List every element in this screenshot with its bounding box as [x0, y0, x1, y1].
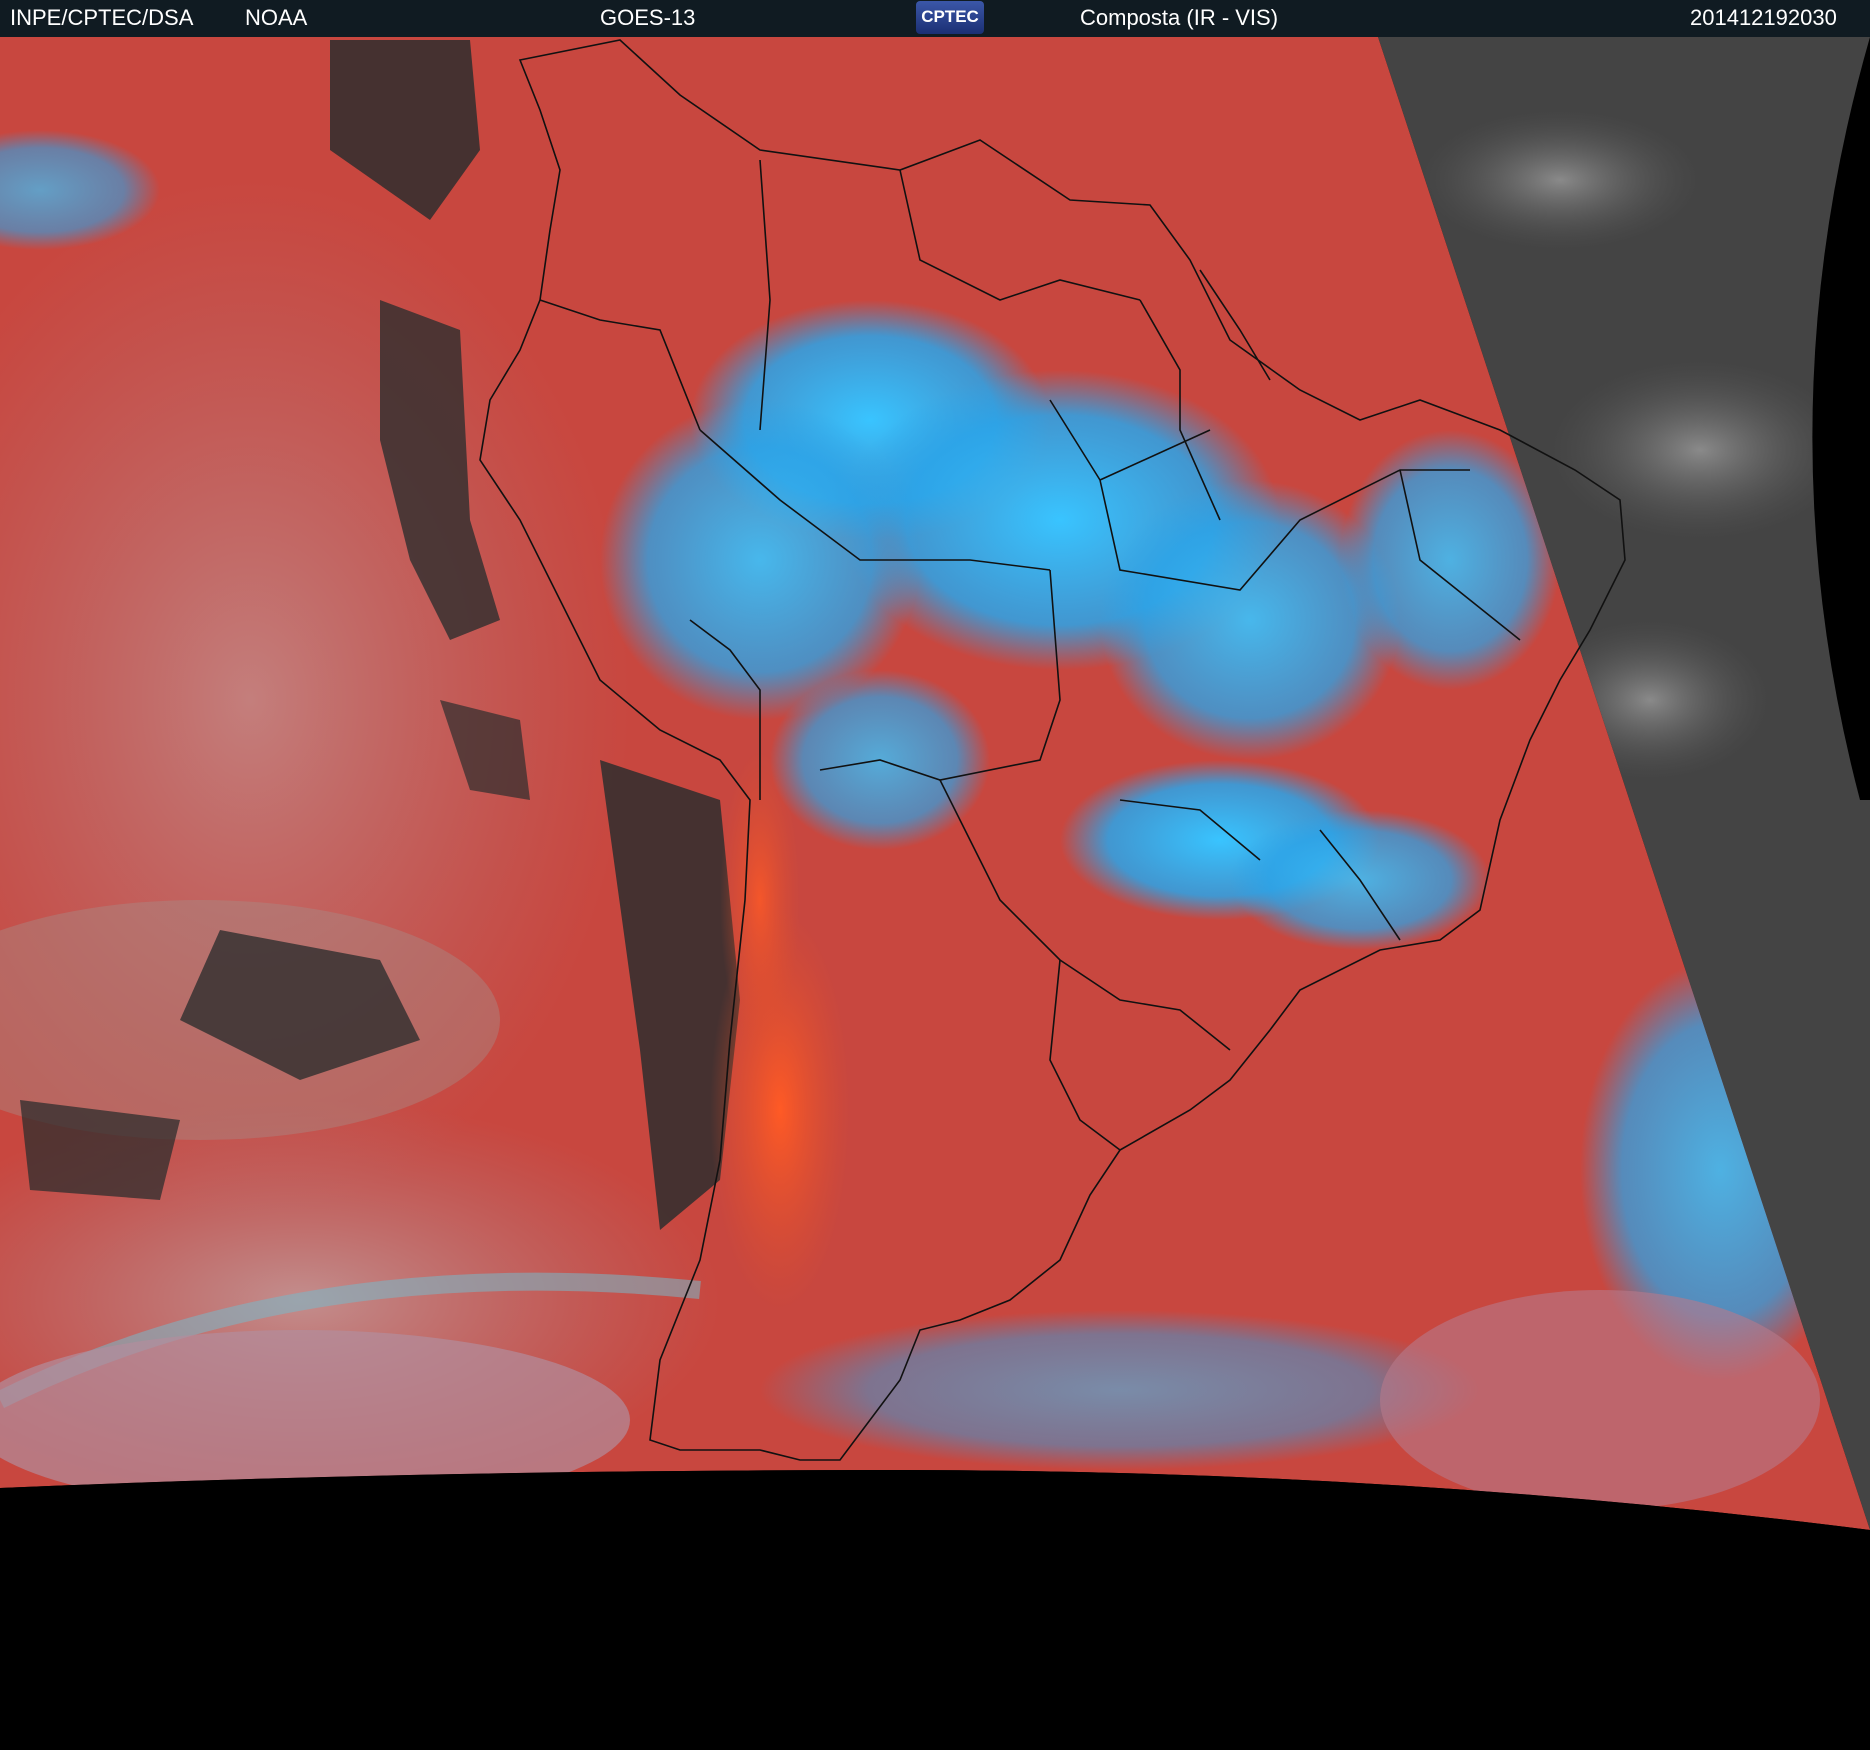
off-disk-area	[0, 1470, 1870, 1750]
satellite-label: GOES-13	[600, 5, 696, 30]
timestamp-label: 201412192030	[1690, 5, 1837, 30]
agency-label: INPE/CPTEC/DSA	[10, 5, 194, 30]
partner-label: NOAA	[245, 5, 308, 30]
header-bar: INPE/CPTEC/DSA NOAA GOES-13 CPTEC Compos…	[0, 0, 1870, 37]
cptec-logo: CPTEC	[916, 1, 984, 34]
product-label: Composta (IR - VIS)	[1080, 5, 1279, 30]
satellite-image	[0, 37, 1870, 1750]
